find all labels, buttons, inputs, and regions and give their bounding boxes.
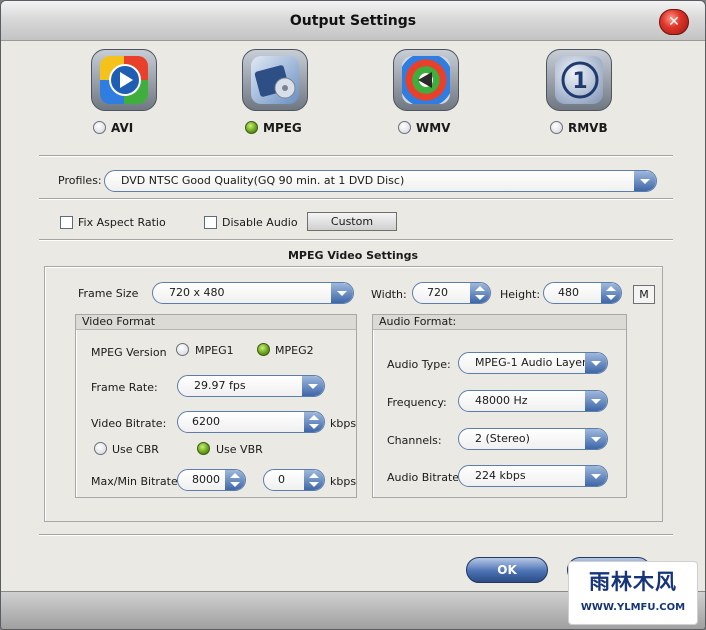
fix-aspect-label: Fix Aspect Ratio	[78, 216, 166, 229]
video-format-title: Video Format	[76, 315, 356, 330]
chevron-down-icon[interactable]	[331, 283, 353, 303]
rmvb-radio[interactable]: RMVB	[550, 120, 608, 135]
use-vbr-radio[interactable]	[197, 442, 210, 455]
watermark-logo: 雨林木风 WWW.YLMFU.COM	[568, 561, 698, 625]
avi-format-icon[interactable]	[91, 49, 157, 115]
channels-value: 2 (Stereo)	[475, 432, 530, 445]
chevron-down-icon[interactable]	[634, 171, 656, 191]
watermark-text: 雨林木风	[589, 570, 677, 594]
section-title: MPEG Video Settings	[287, 249, 419, 262]
mpeg-format-icon[interactable]	[242, 49, 308, 115]
video-bitrate-value: 6200	[192, 415, 220, 428]
width-stepper[interactable]: 720	[412, 282, 491, 304]
chevron-down-icon[interactable]	[585, 391, 607, 411]
m-button[interactable]: M	[633, 285, 655, 304]
frame-size-value: 720 x 480	[169, 286, 225, 299]
chevron-down-icon[interactable]	[302, 376, 324, 396]
wmv-format-icon[interactable]	[393, 49, 459, 115]
video-bitrate-label: Video Bitrate:	[91, 417, 167, 430]
mpeg1-label: MPEG1	[195, 344, 234, 357]
audio-format-title: Audio Format:	[373, 315, 626, 330]
close-button[interactable]: ✕	[659, 9, 689, 35]
audio-type-select[interactable]: MPEG-1 Audio Layer2	[458, 352, 608, 374]
divider	[39, 239, 673, 241]
disable-audio-checkbox[interactable]	[204, 216, 217, 229]
mpeg-radio-dot[interactable]	[245, 121, 258, 134]
profiles-select[interactable]: DVD NTSC Good Quality(GQ 90 min. at 1 DV…	[104, 170, 657, 192]
frame-rate-select[interactable]: 29.97 fps	[177, 375, 325, 397]
audio-bitrate-label: Audio Bitrate:	[387, 471, 463, 484]
output-settings-window: Output Settings ✕ 1 AVI MPEG WMV RMVB Pr…	[0, 0, 706, 630]
divider	[39, 534, 673, 536]
profiles-value: DVD NTSC Good Quality(GQ 90 min. at 1 DV…	[121, 174, 405, 187]
frame-size-select[interactable]: 720 x 480	[152, 282, 354, 304]
window-title: Output Settings	[289, 13, 417, 29]
audio-type-label: Audio Type:	[387, 358, 451, 371]
wmv-radio[interactable]: WMV	[398, 120, 450, 135]
spin-arrows-icon[interactable]	[601, 283, 621, 303]
wmv-label: WMV	[416, 120, 451, 135]
chevron-down-icon[interactable]	[585, 429, 607, 449]
min-bitrate-stepper[interactable]: 0	[263, 469, 325, 491]
mpeg-version-label: MPEG Version	[91, 346, 167, 359]
spin-arrows-icon[interactable]	[470, 283, 490, 303]
chevron-down-icon[interactable]	[585, 353, 607, 373]
audio-type-value: MPEG-1 Audio Layer2	[475, 356, 594, 369]
fix-aspect-checkbox[interactable]	[60, 216, 73, 229]
audio-bitrate-value: 224 kbps	[475, 469, 526, 482]
custom-button[interactable]: Custom	[307, 212, 397, 231]
frame-rate-label: Frame Rate:	[91, 381, 158, 394]
use-cbr-label: Use CBR	[112, 443, 159, 456]
mpeg-radio[interactable]: MPEG	[245, 120, 302, 135]
profiles-label: Profiles:	[58, 174, 102, 187]
close-icon: ✕	[668, 14, 680, 30]
frame-size-label: Frame Size	[78, 287, 139, 300]
use-cbr-radio[interactable]	[94, 442, 107, 455]
frequency-select[interactable]: 48000 Hz	[458, 390, 608, 412]
svg-text:1: 1	[572, 69, 587, 94]
channels-select[interactable]: 2 (Stereo)	[458, 428, 608, 450]
avi-label: AVI	[111, 120, 134, 135]
avi-radio[interactable]: AVI	[93, 120, 133, 135]
spin-arrows-icon[interactable]	[304, 412, 324, 432]
frequency-label: Frequency:	[387, 396, 447, 409]
height-stepper[interactable]: 480	[543, 282, 622, 304]
mpeg-label: MPEG	[263, 120, 302, 135]
max-bitrate-value: 8000	[192, 473, 220, 486]
divider	[39, 198, 673, 200]
width-label: Width:	[371, 288, 407, 301]
frequency-value: 48000 Hz	[475, 394, 528, 407]
rmvb-radio-dot[interactable]	[550, 121, 563, 134]
channels-label: Channels:	[387, 434, 442, 447]
max-bitrate-stepper[interactable]: 8000	[177, 469, 246, 491]
chevron-down-icon[interactable]	[585, 466, 607, 486]
rmvb-label: RMVB	[568, 120, 608, 135]
kbps-label: kbps	[330, 417, 357, 430]
wmv-radio-dot[interactable]	[398, 121, 411, 134]
title-bar: Output Settings ✕	[1, 1, 705, 41]
mpeg2-radio[interactable]	[257, 343, 270, 356]
width-value: 720	[427, 286, 448, 299]
maxmin-bitrate-label: Max/Min Bitrate:	[91, 475, 182, 488]
ok-button[interactable]: OK	[466, 557, 548, 583]
spin-arrows-icon[interactable]	[225, 470, 245, 490]
spin-arrows-icon[interactable]	[304, 470, 324, 490]
rmvb-format-icon[interactable]: 1	[546, 49, 612, 115]
mpeg2-label: MPEG2	[275, 344, 314, 357]
audio-bitrate-select[interactable]: 224 kbps	[458, 465, 608, 487]
avi-radio-dot[interactable]	[93, 121, 106, 134]
kbps-label-2: kbps	[330, 475, 357, 488]
min-bitrate-value: 0	[278, 473, 285, 486]
mpeg1-radio[interactable]	[176, 343, 189, 356]
use-vbr-label: Use VBR	[216, 443, 263, 456]
video-bitrate-stepper[interactable]: 6200	[177, 411, 325, 433]
frame-rate-value: 29.97 fps	[194, 379, 246, 392]
divider	[39, 155, 673, 157]
height-value: 480	[558, 286, 579, 299]
height-label: Height:	[500, 288, 541, 301]
watermark-url: WWW.YLMFU.COM	[580, 602, 686, 613]
disable-audio-label: Disable Audio	[222, 216, 298, 229]
